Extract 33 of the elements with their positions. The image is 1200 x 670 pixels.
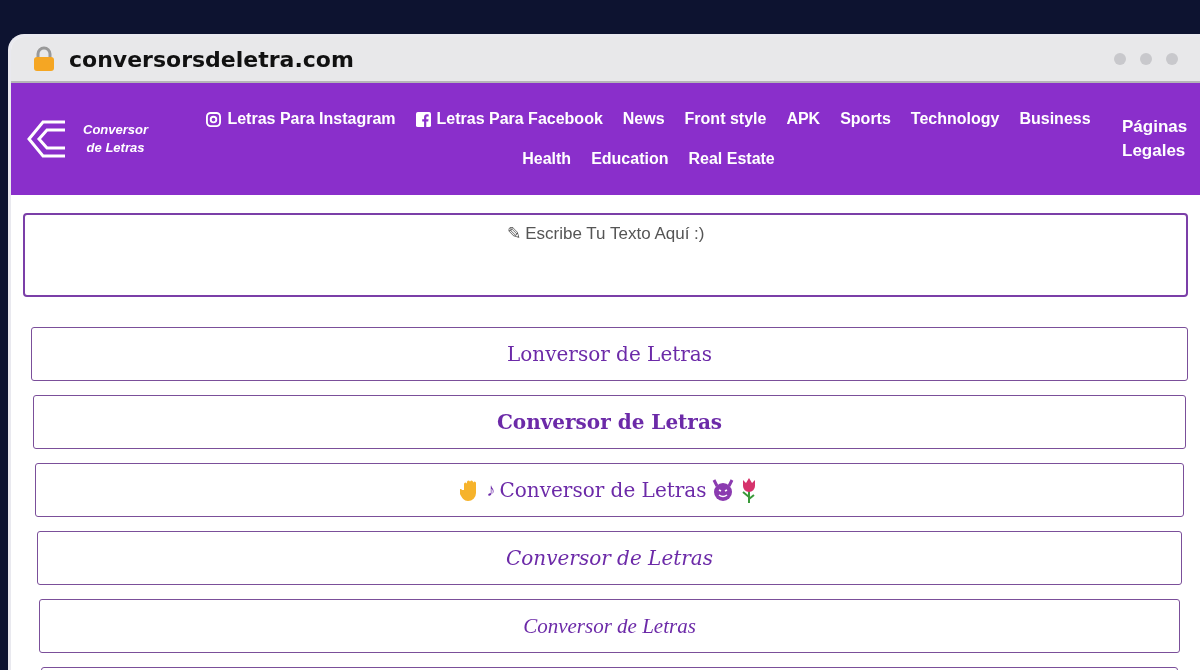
result-row[interactable]: Lonversor de Letras bbox=[31, 327, 1188, 381]
lock-icon bbox=[33, 46, 55, 72]
nav-link[interactable]: Business bbox=[1019, 110, 1091, 128]
styled-text: Lonversor de Letras bbox=[507, 342, 712, 366]
nav-link[interactable]: Real Estate bbox=[688, 150, 775, 168]
facebook-icon bbox=[415, 111, 431, 127]
nav-link[interactable]: Letras Para Facebook bbox=[415, 110, 603, 128]
logo-text: Conversor de Letras bbox=[83, 121, 149, 157]
devil-icon bbox=[710, 479, 735, 501]
url-text: conversorsdeletra.com bbox=[69, 46, 355, 72]
nav-link[interactable]: Front style bbox=[684, 110, 767, 128]
styled-text: Conversor de Letras bbox=[499, 478, 707, 502]
nav-link[interactable]: APK bbox=[786, 110, 821, 128]
window-dot bbox=[1140, 53, 1152, 65]
nav-link[interactable]: Technology bbox=[910, 110, 1000, 128]
result-row[interactable]: ♪ Conversor de Letras bbox=[35, 463, 1184, 517]
text-input-field[interactable]: ✎ Escribe Tu Texto Aquí :) bbox=[23, 213, 1188, 297]
nav-link[interactable]: Education bbox=[591, 150, 669, 168]
styled-text: Conversor de Letras bbox=[496, 410, 723, 434]
nav-link[interactable]: Letras Para Instagram bbox=[206, 110, 396, 128]
nav-link[interactable]: News bbox=[622, 110, 665, 128]
result-row[interactable]: Conversor de Letras bbox=[39, 599, 1180, 653]
nav-link[interactable]: Sports bbox=[840, 110, 891, 128]
result-row[interactable]: Conversor de Letras bbox=[37, 531, 1182, 585]
window-dot bbox=[1114, 53, 1126, 65]
result-row[interactable]: Conversor de Letras bbox=[33, 395, 1186, 449]
note-symbol: ♪ bbox=[486, 479, 496, 501]
instagram-icon bbox=[206, 111, 222, 127]
nav-link[interactable]: Páginas Legales bbox=[1122, 115, 1192, 163]
nav-link[interactable]: Health bbox=[522, 150, 572, 168]
window-dot bbox=[1166, 53, 1178, 65]
styled-text: Conversor de Letras bbox=[505, 546, 713, 570]
styled-text: Conversor de Letras bbox=[523, 613, 696, 639]
